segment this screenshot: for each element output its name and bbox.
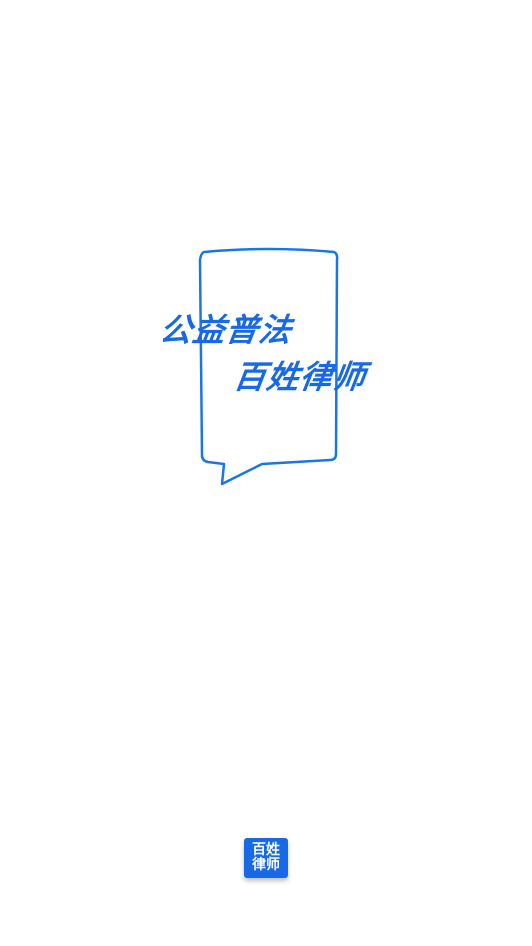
- app-logo: 百姓 律师: [244, 838, 288, 878]
- slogan-line-2: 百姓律师: [231, 358, 369, 396]
- app-logo-line-2: 律师: [252, 857, 280, 873]
- app-logo-line-1: 百姓: [252, 842, 280, 858]
- splash-screen: 公益普法 百姓律师 百姓 律师: [0, 0, 532, 946]
- speech-bubble-graphic: 公益普法 百姓律师: [150, 240, 390, 495]
- slogan-line-1: 公益普法: [157, 311, 295, 349]
